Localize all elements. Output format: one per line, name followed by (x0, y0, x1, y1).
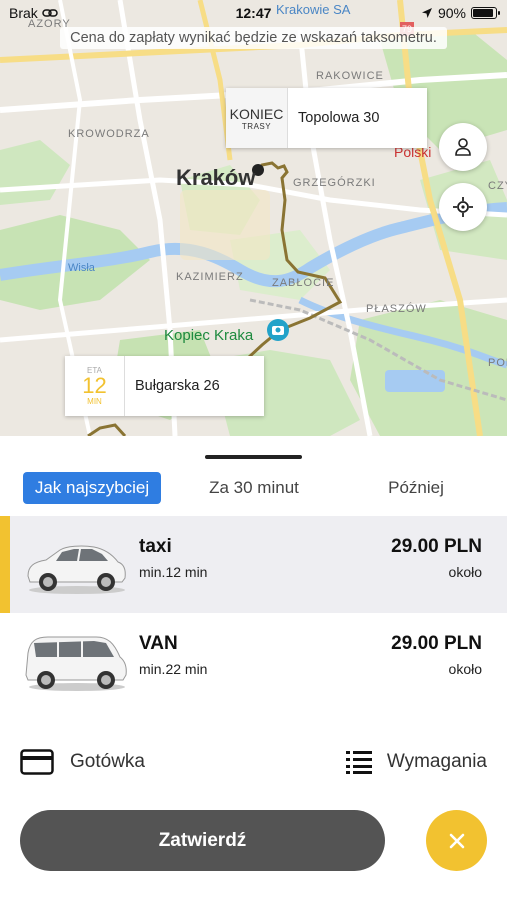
vehicle-price: 29.00 PLN (391, 633, 482, 654)
taxi-car-image (27, 545, 126, 594)
pickup-address: Bułgarska 26 (135, 378, 220, 394)
map-label-kopiec: Kopiec Kraka (164, 327, 254, 344)
map-label-pod: POD (488, 357, 507, 369)
status-bar: Brak 12:47 90% (0, 0, 507, 26)
locate-button[interactable] (439, 183, 487, 231)
vehicle-price-approx: około (448, 564, 482, 580)
profile-button[interactable] (439, 123, 487, 171)
cancel-button[interactable] (426, 810, 487, 871)
requirements-button[interactable]: Wymagania (345, 745, 487, 779)
route-end-tag: KONIEC TRASY (226, 88, 288, 148)
person-icon (455, 138, 471, 156)
vehicle-name: taxi (139, 536, 172, 557)
map-view[interactable]: Krakowie SA AZORY RAKOWICE KROWODRZA Kra… (0, 0, 507, 436)
map-label-zablocie: ZABŁOCIE (272, 277, 335, 289)
credit-card-icon (20, 749, 54, 775)
vehicle-option-van[interactable]: VAN min.22 min 29.00 PLN około (0, 613, 507, 710)
tab-in-30-minutes[interactable]: Za 30 minut (196, 472, 312, 504)
payment-method-button[interactable]: Gotówka (20, 745, 145, 779)
map-label-rakowice: RAKOWICE (316, 70, 384, 82)
van-car-image (25, 636, 127, 691)
crosshair-icon (453, 197, 473, 217)
map-label-krowodrza: KROWODRZA (68, 128, 150, 140)
close-icon (449, 833, 464, 848)
list-icon (345, 751, 372, 774)
vehicle-min-time: min.12 min (139, 564, 208, 580)
location-arrow-icon (421, 8, 432, 18)
tab-later[interactable]: Później (368, 472, 464, 504)
map-label-plaszow: PŁASZÓW (366, 303, 427, 315)
map-label-czy: CZY (488, 180, 507, 192)
map-label-kazimierz: KAZIMIERZ (176, 271, 244, 283)
tab-asap[interactable]: Jak najszybciej (23, 472, 161, 504)
destination-callout[interactable]: KONIEC TRASY Topolowa 30 (226, 88, 427, 148)
time-tabs: Jak najszybciej Za 30 minut Później (0, 472, 507, 506)
vehicle-name: VAN (139, 633, 178, 654)
price-note: Cena do zapłaty wynikać będzie ze wskaza… (0, 27, 507, 49)
vehicle-min-time: min.22 min (139, 661, 208, 677)
battery-percent: 90% (437, 5, 466, 21)
map-label-grzegorzki: GRZEGÓRZKI (293, 177, 376, 189)
confirm-button[interactable]: Zatwierdź (20, 810, 385, 871)
vehicle-price: 29.00 PLN (391, 536, 482, 557)
pickup-callout[interactable]: ETA 12 MIN Bułgarska 26 (65, 356, 264, 416)
vehicle-price-approx: około (448, 661, 482, 677)
selected-indicator (0, 516, 10, 613)
payment-label: Gotówka (70, 751, 145, 772)
map-label-krakow: Kraków (176, 165, 256, 190)
map-label-wisla: Wisła (68, 262, 95, 274)
battery-icon (471, 7, 500, 19)
requirements-label: Wymagania (386, 751, 487, 772)
destination-address: Topolowa 30 (298, 110, 380, 126)
vehicle-option-taxi[interactable]: taxi min.12 min 29.00 PLN około (0, 516, 507, 613)
eta-value: 12 (82, 373, 107, 398)
sheet-drag-handle[interactable] (205, 455, 302, 459)
eta-tag: ETA 12 MIN (65, 356, 125, 416)
